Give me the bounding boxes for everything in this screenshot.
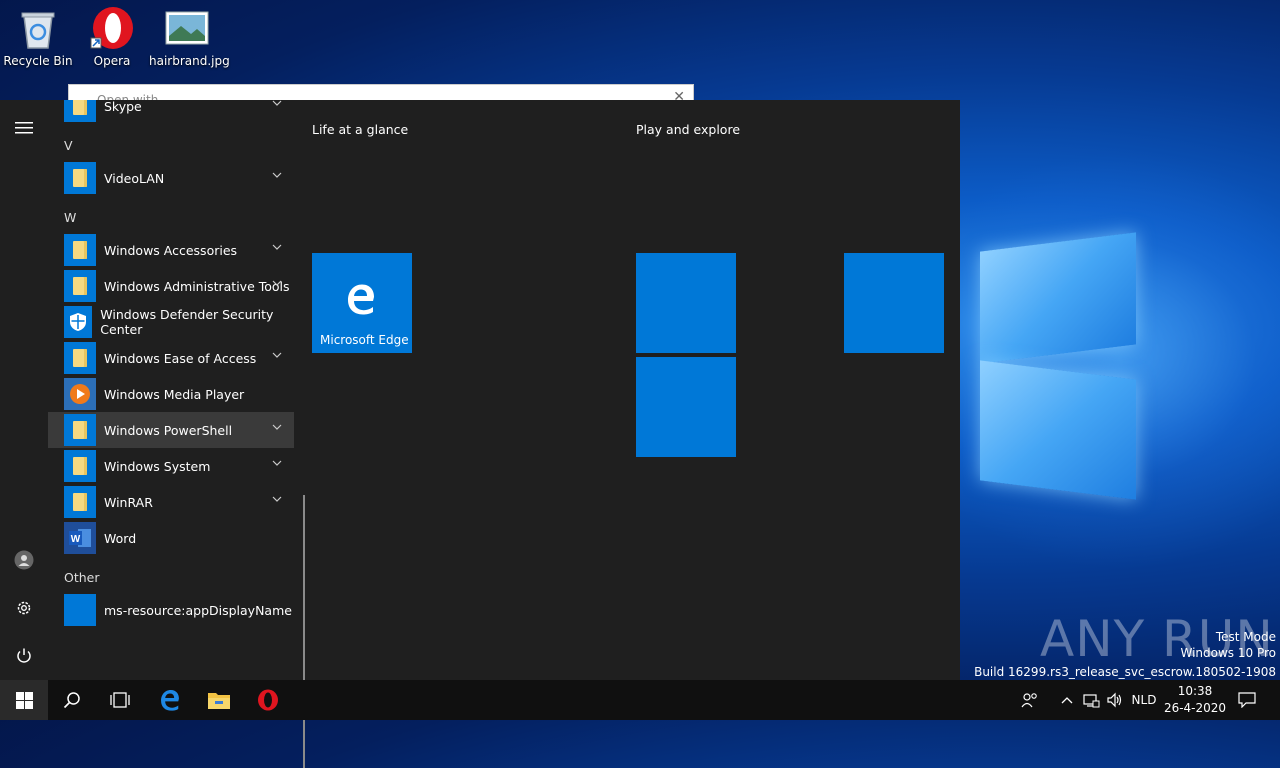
media-player-icon <box>64 378 96 410</box>
app-list-item[interactable]: Windows System <box>48 448 294 484</box>
app-list-item-label: Skype <box>104 100 142 114</box>
folder-icon <box>64 450 96 482</box>
folder-icon <box>64 234 96 266</box>
folder-icon <box>64 342 96 374</box>
app-list-item[interactable]: Windows Media Player <box>48 376 294 412</box>
folder-icon <box>64 486 96 518</box>
folder-icon <box>64 162 96 194</box>
app-list-item-label: ms-resource:appDisplayName <box>104 602 292 618</box>
desktop-icon-label: Opera <box>93 54 131 68</box>
chevron-down-icon[interactable] <box>272 278 284 290</box>
edge-icon <box>346 283 376 319</box>
shield-icon <box>64 306 93 338</box>
edge-taskbar-icon[interactable] <box>146 680 194 720</box>
group-title-play: Play and explore <box>636 122 741 137</box>
section-letter[interactable]: W <box>64 210 76 225</box>
desktop-icon-opera[interactable]: Opera <box>74 0 150 68</box>
app-list-item[interactable]: VideoLAN <box>48 160 294 196</box>
app-list-item-label: Windows Ease of Access <box>104 350 257 366</box>
chevron-down-icon[interactable] <box>272 494 284 506</box>
recycle-bin-icon <box>16 6 60 50</box>
clock[interactable]: 10:38 26-4-2020 <box>1158 683 1232 717</box>
app-list-item-label: Windows Media Player <box>104 386 245 402</box>
desktop-icon-recycle-bin[interactable]: Recycle Bin <box>0 0 76 68</box>
chevron-down-icon[interactable] <box>272 242 284 254</box>
tile-placeholder[interactable] <box>844 253 944 353</box>
tile-label: Microsoft Edge <box>320 333 409 347</box>
group-title-life: Life at a glance <box>312 122 409 137</box>
app-list-item[interactable]: Windows PowerShell <box>48 412 294 448</box>
windows-wallpaper-logo <box>958 210 1148 520</box>
taskbar: NLD 10:38 26-4-2020 <box>0 680 1280 720</box>
app-list-scrollbar[interactable] <box>303 495 305 768</box>
chevron-down-icon[interactable] <box>272 458 284 470</box>
folder-icon <box>64 270 96 302</box>
image-file-icon <box>165 6 209 50</box>
folder-icon <box>64 414 96 446</box>
app-list-item[interactable]: ms-resource:appDisplayName <box>48 592 294 628</box>
app-list-item-label: Windows Administrative Tools <box>104 278 290 294</box>
file-explorer-icon[interactable] <box>195 680 243 720</box>
section-letter[interactable]: V <box>64 138 73 153</box>
chevron-down-icon[interactable] <box>272 170 284 182</box>
tile-placeholder[interactable] <box>636 253 736 353</box>
clock-date: 26-4-2020 <box>1163 701 1227 715</box>
watermark-line: Test Mode <box>1215 630 1276 644</box>
watermark-line: Build 16299.rs3_release_svc_escrow.18050… <box>974 665 1276 679</box>
app-list-item-label: Windows PowerShell <box>104 422 233 438</box>
tile-placeholder[interactable] <box>636 357 736 457</box>
settings-gear-icon[interactable] <box>12 596 36 620</box>
hamburger-menu-icon[interactable] <box>12 116 36 140</box>
network-icon[interactable] <box>1080 680 1102 720</box>
app-list-item-label: VideoLAN <box>104 170 165 186</box>
search-icon[interactable] <box>48 680 96 720</box>
blank-tile-icon <box>64 594 96 626</box>
notification-icon[interactable] <box>1234 680 1260 720</box>
app-list-item-label: Windows Defender Security Center <box>100 307 274 337</box>
language-indicator[interactable]: NLD <box>1128 680 1160 720</box>
app-list-item[interactable]: Windows Accessories <box>48 232 294 268</box>
windows-logo-icon <box>15 691 33 709</box>
start-rail <box>0 100 48 680</box>
desktop-icon-label: hairbrand.jpg <box>149 54 230 68</box>
folder-icon <box>64 100 96 122</box>
app-list-item-label: WinRAR <box>104 494 153 510</box>
app-list-item[interactable]: Windows Defender Security Center <box>48 304 294 340</box>
user-account-icon[interactable] <box>12 548 36 572</box>
app-list-item[interactable]: W Word <box>48 520 294 556</box>
app-list-item[interactable]: Skype <box>48 100 294 124</box>
power-icon[interactable] <box>12 644 36 668</box>
clock-time: 10:38 <box>1177 684 1213 698</box>
app-list-item-label: Word <box>104 530 137 546</box>
volume-icon[interactable] <box>1104 680 1126 720</box>
start-menu: Skype V VideoLAN W Windows Accessories Window… <box>0 100 960 768</box>
section-letter[interactable]: Other <box>64 570 100 585</box>
watermark-line: Windows 10 Pro <box>1180 646 1276 660</box>
app-list-item[interactable]: Windows Administrative Tools <box>48 268 294 304</box>
app-list[interactable]: Skype V VideoLAN W Windows Accessories Window… <box>48 100 298 680</box>
chevron-up-icon[interactable] <box>1058 680 1076 720</box>
tile-microsoft-edge[interactable]: Microsoft Edge <box>312 253 412 353</box>
chevron-down-icon[interactable] <box>272 422 284 434</box>
start-button[interactable] <box>0 680 48 720</box>
word-icon: W <box>64 522 96 554</box>
app-list-item-label: Windows System <box>104 458 211 474</box>
app-list-item[interactable]: WinRAR <box>48 484 294 520</box>
desktop-icon-hairbrand[interactable]: hairbrand.jpg <box>149 0 230 68</box>
people-icon[interactable] <box>1018 680 1042 720</box>
chevron-down-icon[interactable] <box>272 350 284 362</box>
task-view-icon[interactable] <box>96 680 144 720</box>
chevron-down-icon[interactable] <box>272 100 284 110</box>
opera-taskbar-icon[interactable] <box>244 680 292 720</box>
opera-icon <box>90 6 134 50</box>
app-list-item-label: Windows Accessories <box>104 242 238 258</box>
svg-text:W: W <box>71 534 81 545</box>
app-list-item[interactable]: Windows Ease of Access <box>48 340 294 376</box>
desktop-icon-label: Recycle Bin <box>3 54 73 68</box>
